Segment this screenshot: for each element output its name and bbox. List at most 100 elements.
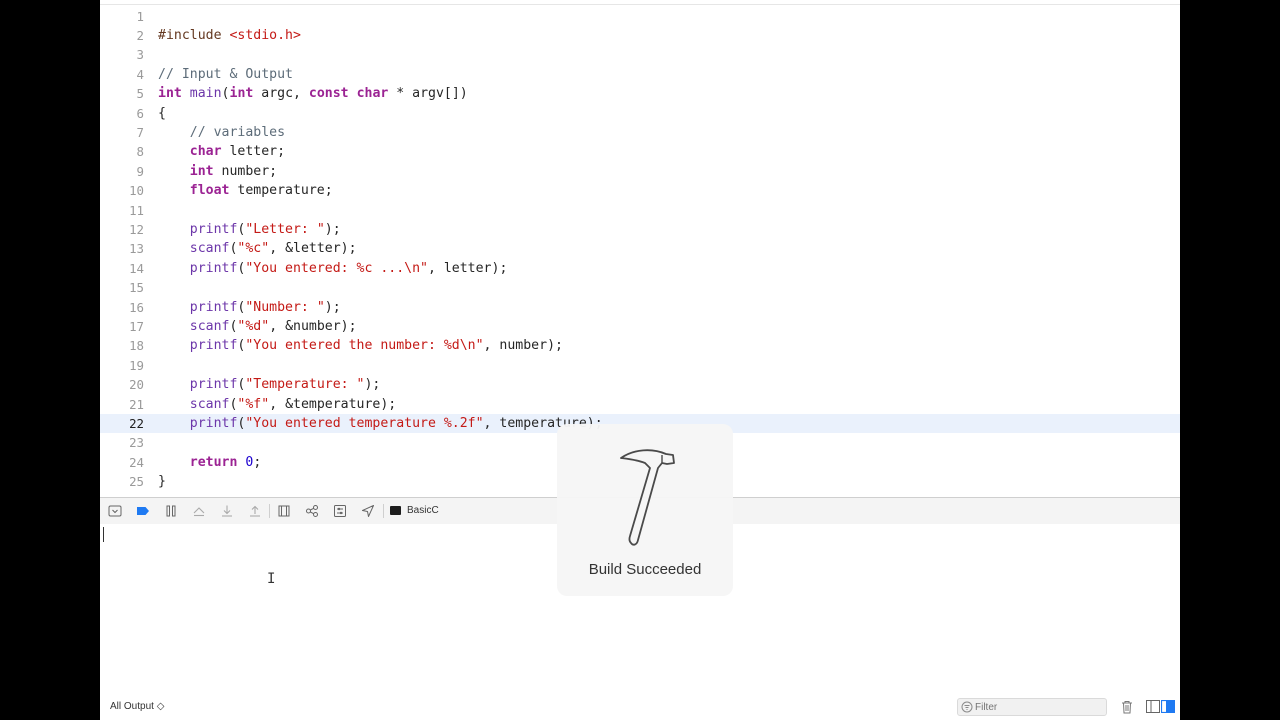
code-text[interactable]: printf("You entered the number: %d\n", n…	[158, 336, 563, 355]
code-line[interactable]: 7 // variables	[100, 123, 1180, 142]
view-debugger-icon[interactable]	[276, 503, 292, 519]
code-line[interactable]: 14 printf("You entered: %c ...\n", lette…	[100, 259, 1180, 278]
code-text[interactable]: scanf("%d", &number);	[158, 317, 357, 336]
code-text[interactable]: // Input & Output	[158, 65, 293, 84]
code-text[interactable]: }	[158, 472, 166, 491]
code-text[interactable]: printf("You entered: %c ...\n", letter);	[158, 259, 508, 278]
line-number[interactable]: 4	[100, 65, 144, 84]
line-number[interactable]: 20	[100, 375, 144, 394]
code-token: printf	[189, 377, 238, 393]
code-line[interactable]: 4 // Input & Output	[100, 65, 1180, 84]
step-over-icon[interactable]	[191, 503, 207, 519]
code-line[interactable]: 16 printf("Number: ");	[100, 298, 1180, 317]
breakpoints-icon[interactable]	[135, 503, 151, 519]
line-number[interactable]: 16	[100, 298, 144, 317]
step-out-icon[interactable]	[247, 503, 263, 519]
code-text[interactable]: scanf("%f", &temperature);	[158, 395, 396, 414]
code-text[interactable]: printf("Letter: ");	[158, 220, 341, 239]
hammer-icon	[620, 449, 675, 546]
code-token: "Temperature: "	[245, 377, 365, 393]
code-line[interactable]: 21 scanf("%f", &temperature);	[100, 395, 1180, 414]
line-number[interactable]: 15	[100, 278, 144, 297]
code-text[interactable]: int number;	[158, 162, 277, 181]
line-number[interactable]: 10	[100, 181, 144, 200]
code-text[interactable]: scanf("%c", &letter);	[158, 239, 357, 258]
step-into-icon[interactable]	[219, 503, 235, 519]
code-token: scanf	[189, 396, 230, 412]
line-number[interactable]: 12	[100, 220, 144, 239]
code-line[interactable]: 2 #include <stdio.h>	[100, 26, 1180, 45]
line-number[interactable]: 14	[100, 259, 144, 278]
code-line[interactable]: 20 printf("Temperature: ");	[100, 375, 1180, 394]
code-text[interactable]: float temperature;	[158, 181, 333, 200]
code-line[interactable]: 17 scanf("%d", &number);	[100, 317, 1180, 336]
line-number[interactable]: 22	[100, 414, 144, 433]
hide-debug-area-icon[interactable]	[107, 503, 123, 519]
line-number[interactable]: 17	[100, 317, 144, 336]
line-number[interactable]: 6	[100, 104, 144, 123]
code-text[interactable]: #include <stdio.h>	[158, 26, 301, 45]
code-text[interactable]: printf("Temperature: ");	[158, 375, 381, 394]
filter-input[interactable]	[975, 700, 1100, 714]
code-token: printf	[189, 415, 238, 431]
code-line[interactable]: 9 int number;	[100, 162, 1180, 181]
code-token: scanf	[189, 241, 230, 257]
memory-graph-icon[interactable]	[304, 503, 320, 519]
line-number[interactable]: 8	[100, 142, 144, 161]
code-token: "Letter: "	[245, 221, 325, 237]
code-line[interactable]: 8 char letter;	[100, 142, 1180, 161]
pause-icon[interactable]	[163, 503, 179, 519]
line-number[interactable]: 21	[100, 395, 144, 414]
code-text[interactable]: printf("Number: ");	[158, 298, 341, 317]
line-number[interactable]: 13	[100, 239, 144, 258]
code-text[interactable]: // variables	[158, 123, 285, 142]
line-number[interactable]: 9	[100, 162, 144, 181]
line-number[interactable]: 23	[100, 433, 144, 452]
show-console-view-icon[interactable]	[1161, 700, 1175, 713]
code-line[interactable]: 19	[100, 356, 1180, 375]
line-number[interactable]: 1	[100, 7, 144, 26]
code-token: // variables	[189, 124, 286, 140]
simulate-location-icon[interactable]	[360, 503, 376, 519]
code-text[interactable]: printf("You entered temperature %.2f", t…	[158, 414, 603, 433]
code-line[interactable]: 12 printf("Letter: ");	[100, 220, 1180, 239]
trash-icon[interactable]	[1120, 700, 1134, 714]
line-number[interactable]: 24	[100, 453, 144, 472]
code-line[interactable]: 15	[100, 278, 1180, 297]
code-token: }	[158, 474, 166, 490]
code-token: const	[308, 86, 349, 102]
output-select[interactable]: All Output ◇	[110, 701, 164, 712]
code-text[interactable]: int main(int argc, const char * argv[])	[158, 84, 468, 103]
line-number[interactable]: 7	[100, 123, 144, 142]
code-text[interactable]: return 0;	[158, 453, 262, 472]
code-line[interactable]: 11	[100, 201, 1180, 220]
code-line[interactable]: 13 scanf("%c", &letter);	[100, 239, 1180, 258]
line-number[interactable]: 25	[100, 472, 144, 491]
target-label[interactable]: BasicC	[407, 505, 439, 516]
environment-overrides-icon[interactable]	[332, 503, 348, 519]
line-number[interactable]: 5	[100, 84, 144, 103]
code-line[interactable]: 18 printf("You entered the number: %d\n"…	[100, 336, 1180, 355]
code-line[interactable]: 1	[100, 7, 1180, 26]
line-number[interactable]: 11	[100, 201, 144, 220]
code-line[interactable]: 10 float temperature;	[100, 181, 1180, 200]
code-line[interactable]: 6{	[100, 104, 1180, 123]
code-token: int	[158, 86, 182, 102]
code-line[interactable]: 3	[100, 45, 1180, 64]
top-separator	[100, 4, 1180, 5]
code-token: int	[189, 163, 214, 179]
line-number[interactable]: 3	[100, 45, 144, 64]
code-text[interactable]: char letter;	[158, 142, 285, 161]
code-text[interactable]: {	[158, 104, 166, 123]
line-number[interactable]: 19	[100, 356, 144, 375]
code-line[interactable]: 5 int main(int argc, const char * argv[])	[100, 84, 1180, 103]
filter-box[interactable]	[957, 698, 1107, 716]
mouse-ibeam-cursor: I	[267, 571, 276, 587]
line-number[interactable]: 18	[100, 336, 144, 355]
line-number[interactable]: 2	[100, 26, 144, 45]
show-variables-view-icon[interactable]	[1146, 700, 1160, 713]
